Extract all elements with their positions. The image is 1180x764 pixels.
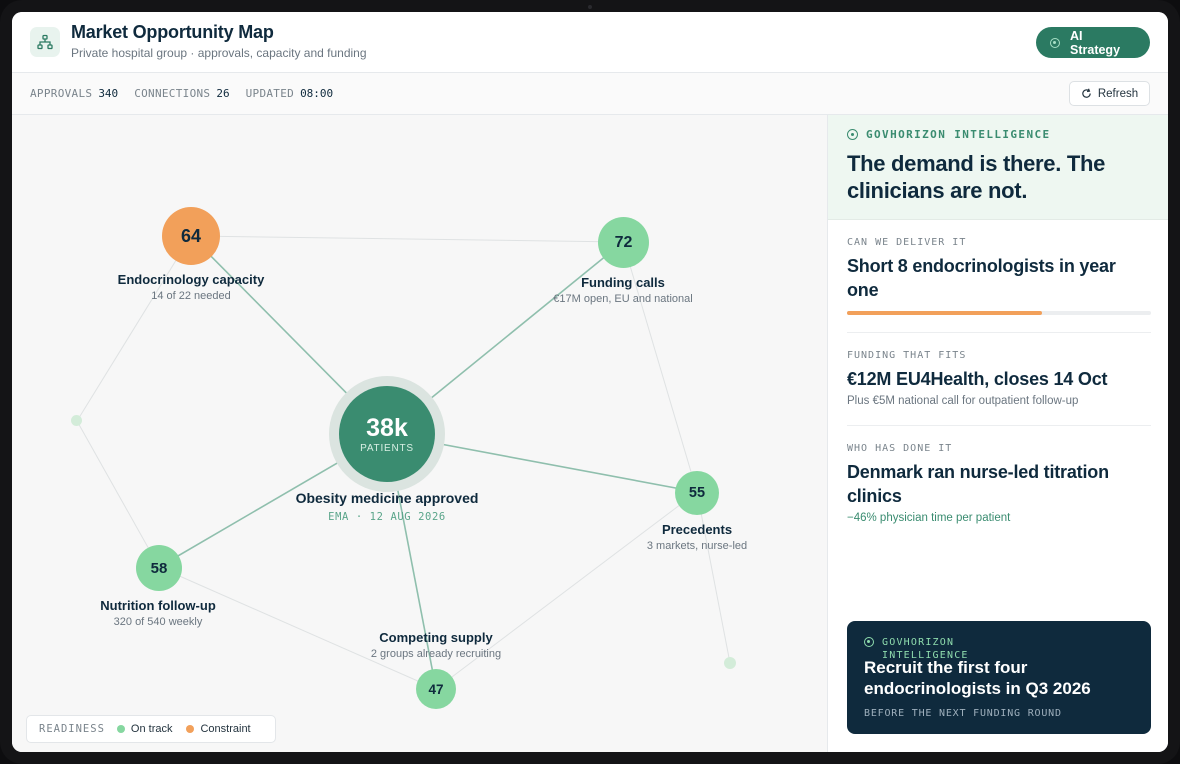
ai-strategy-button[interactable]: AI Strategy (1036, 27, 1150, 58)
node-obesity-medicine[interactable]: 38k PATIENTS (339, 386, 435, 482)
legend-label-constraint: Constraint (200, 723, 251, 735)
stats-bar: APPROVALS 340 CONNECTIONS 26 UPDATED 08:00 … (12, 73, 1168, 115)
node-label-funding: Funding calls €17M open, EU and national (553, 275, 693, 305)
section-funding: FUNDING THAT FITS €12M EU4Health, closes… (847, 350, 1108, 407)
ai-strategy-label: AI Strategy (1070, 28, 1121, 57)
insight-kicker: GOVHORIZON INTELLIGENCE (847, 128, 1051, 141)
recommendation-card[interactable]: GOVHORIZON INTELLIGENCE Recruit the firs… (847, 621, 1151, 734)
target-icon (864, 637, 874, 647)
refresh-label: Refresh (1097, 87, 1139, 100)
target-icon (1050, 37, 1060, 48)
node-endocrinology-capacity[interactable]: 64 (162, 207, 220, 265)
insight-headline: The demand is there. The clinicians are … (847, 151, 1106, 203)
insights-panel: GOVHORIZON INTELLIGENCE The demand is th… (827, 115, 1168, 752)
camera (588, 5, 592, 9)
legend-label-on-track: On track (130, 723, 173, 735)
stat-updated: UPDATED 08:00 (245, 87, 334, 100)
network-icon (30, 27, 60, 57)
node-label-competing: Competing supply 2 groups already recrui… (370, 630, 502, 660)
readiness-legend: READINESS On track Constraint (26, 715, 276, 743)
center-node-title: Obesity medicine approved (295, 490, 479, 506)
map-anchor-dot (724, 657, 736, 669)
recommendation-footer: BEFORE THE NEXT FUNDING ROUND (864, 708, 1062, 719)
app-screen: Market Opportunity Map Private hospital … (12, 12, 1168, 752)
section-precedent: WHO HAS DONE IT Denmark ran nurse-led ti… (847, 443, 1109, 524)
page-subtitle: Private hospital group · approvals, capa… (71, 46, 367, 60)
target-icon (847, 129, 858, 140)
legend-swatch-on-track (116, 725, 125, 733)
section-divider (847, 332, 1151, 333)
section-divider (847, 425, 1151, 426)
node-competing-supply[interactable]: 47 (416, 669, 456, 709)
tablet-frame: Market Opportunity Map Private hospital … (0, 0, 1180, 764)
legend-swatch-constraint (186, 725, 195, 733)
legend-title: READINESS (39, 723, 105, 735)
refresh-button[interactable]: Refresh (1069, 81, 1150, 106)
stat-connections: CONNECTIONS 26 (134, 87, 230, 100)
app-header: Market Opportunity Map Private hospital … (12, 12, 1168, 73)
opportunity-map: 64 Endocrinology capacity 14 of 22 neede… (12, 115, 827, 752)
node-label-nutrition: Nutrition follow-up 320 of 540 weekly (100, 598, 216, 628)
node-nutrition-follow-up[interactable]: 58 (136, 545, 182, 591)
refresh-icon (1082, 88, 1091, 98)
insight-hero: GOVHORIZON INTELLIGENCE The demand is th… (828, 115, 1168, 220)
map-anchor-dot (71, 415, 82, 426)
section-deliver: CAN WE DELIVER IT Short 8 endocrinologis… (847, 237, 1116, 300)
center-node-subtitle: EMA · 12 AUG 2026 (328, 511, 446, 523)
recommendation-title: Recruit the first four endocrinologists … (864, 658, 1091, 698)
page-title: Market Opportunity Map (71, 22, 274, 42)
capacity-progress-bar (847, 311, 1151, 315)
node-precedents[interactable]: 55 (675, 471, 719, 515)
node-funding-calls[interactable]: 72 (598, 217, 649, 268)
stat-approvals: APPROVALS 340 (30, 87, 119, 100)
node-label-precedents: Precedents 3 markets, nurse-led (646, 522, 748, 552)
capacity-progress-fill (847, 311, 1042, 315)
node-label-endocrinology: Endocrinology capacity 14 of 22 needed (117, 272, 265, 302)
